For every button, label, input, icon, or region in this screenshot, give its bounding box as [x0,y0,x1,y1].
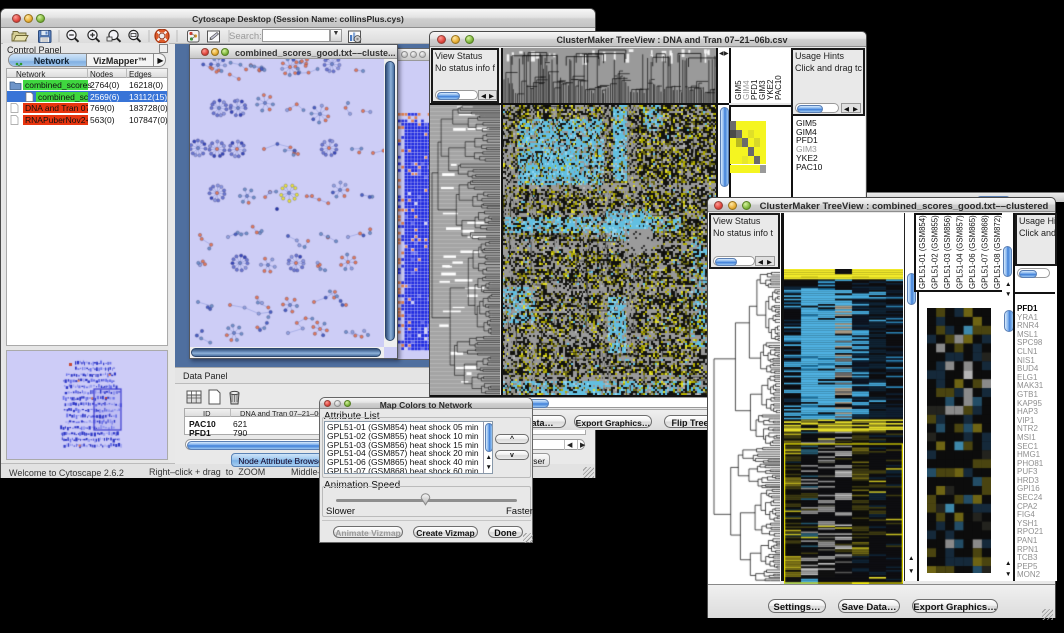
svg-text:GPL51-01 (GSM854): GPL51-01 (GSM854) [918,215,927,289]
svg-text:GPL51-07 (GSM868): GPL51-07 (GSM868) [981,215,990,289]
svg-text:GPL51-02 (GSM855): GPL51-02 (GSM855) [931,215,940,289]
svg-text:GPL51-08 (GSM872): GPL51-08 (GSM872) [993,215,1002,289]
svg-text:GPL51-06 (GSM865): GPL51-06 (GSM865) [968,215,977,289]
svg-text:GPL51-04 (GSM857): GPL51-04 (GSM857) [956,215,965,289]
svg-text:GPL51-03 (GSM856): GPL51-03 (GSM856) [943,215,952,289]
svg-text:PAC10: PAC10 [774,75,783,100]
